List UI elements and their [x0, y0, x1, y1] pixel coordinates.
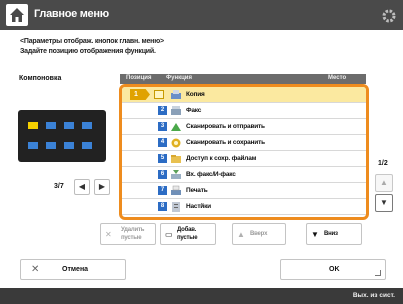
- grid-cell[interactable]: [64, 122, 74, 129]
- list-item-label: Печать: [186, 187, 208, 194]
- instruction-title: <Параметры отображ. кнопок главн. меню>: [20, 38, 164, 45]
- move-up-button[interactable]: ▲ Вверх: [232, 223, 286, 245]
- list-item[interactable]: 6 Вх. факс/И-факс: [122, 167, 366, 183]
- header-position: Позиция: [126, 75, 152, 81]
- list-item[interactable]: 7 Печать: [122, 183, 366, 199]
- settings-icon: [172, 202, 180, 212]
- move-up-label: Вверх: [250, 231, 268, 237]
- close-icon: ✕: [105, 230, 112, 239]
- corner-icon: [375, 270, 381, 276]
- window-title: Главное меню: [34, 8, 109, 20]
- position-badge: 7: [158, 186, 167, 195]
- add-icon: ▭: [165, 230, 173, 239]
- cancel-label: Отмена: [62, 266, 89, 273]
- print-icon: [171, 185, 181, 195]
- delete-blank-line2: пустые: [121, 235, 142, 241]
- list-item-label: Копия: [186, 91, 205, 98]
- grid-cell[interactable]: [82, 142, 92, 149]
- arrow-up-icon: ▲: [237, 230, 245, 239]
- position-badge: 8: [158, 202, 167, 211]
- close-icon: ✕: [31, 264, 40, 275]
- stored-files-icon: [171, 155, 181, 163]
- position-badge: 4: [158, 138, 167, 147]
- list-item[interactable]: 4 Сканировать и сохранить: [122, 135, 366, 151]
- position-badge: 6: [158, 170, 167, 179]
- grid-cell[interactable]: [28, 142, 38, 149]
- layout-label: Компоновка: [19, 75, 62, 82]
- scroll-down-button[interactable]: ▼: [375, 194, 393, 212]
- gear-icon[interactable]: [381, 8, 397, 24]
- grid-cell[interactable]: [82, 122, 92, 129]
- list-page-indicator: 1/2: [378, 160, 388, 167]
- scan-store-icon: [171, 138, 181, 148]
- layout-next-button[interactable]: ▶: [94, 179, 110, 195]
- list-item[interactable]: 8 Настйки: [122, 199, 366, 215]
- arrow-up-icon: ▲: [380, 178, 388, 187]
- list-item-label: Вх. факс/И-факс: [186, 171, 236, 178]
- copy-icon: [171, 90, 181, 99]
- arrow-down-icon: ▼: [380, 198, 388, 207]
- ok-button[interactable]: OK: [280, 259, 386, 280]
- grid-cell-selected[interactable]: [28, 122, 38, 129]
- header-place: Место: [328, 75, 347, 81]
- list-item-label: Сканировать и отправить: [186, 123, 265, 130]
- header-function: Функция: [166, 75, 192, 81]
- add-blank-button[interactable]: ▭ Добав. пустые: [160, 223, 216, 245]
- add-blank-line2: пустые: [177, 235, 198, 241]
- position-badge: 5: [158, 154, 167, 163]
- chevron-left-icon: ◀: [78, 182, 86, 191]
- function-list: 1 Копия 2 Факс 3 Сканировать и отправить…: [119, 84, 369, 220]
- list-item[interactable]: 2 Факс: [122, 103, 366, 119]
- layout-prev-button[interactable]: ◀: [74, 179, 90, 195]
- list-item[interactable]: 1 Копия: [122, 87, 366, 103]
- title-bar: Главное меню: [0, 0, 403, 30]
- add-blank-line1: Добав.: [177, 227, 197, 233]
- logout-button[interactable]: Вых. из сист.: [353, 292, 395, 299]
- grid-cell[interactable]: [64, 142, 74, 149]
- layout-page-indicator: 3/7: [54, 183, 64, 190]
- arrow-down-icon: ▼: [311, 230, 319, 239]
- cancel-button[interactable]: ✕ Отмена: [20, 259, 126, 280]
- scan-send-icon: [171, 123, 181, 131]
- position-badge: 2: [158, 106, 167, 115]
- list-item[interactable]: 3 Сканировать и отправить: [122, 119, 366, 135]
- scroll-up-button[interactable]: ▲: [375, 174, 393, 192]
- chevron-right-icon: ▶: [98, 182, 106, 191]
- status-bar: Вых. из сист.: [0, 288, 403, 304]
- move-down-button[interactable]: ▼ Вниз: [306, 223, 362, 245]
- list-item[interactable]: 5 Доступ к сохр. файлам: [122, 151, 366, 167]
- grid-cell[interactable]: [46, 122, 56, 129]
- instruction-text: Задайте позицию отображения функций.: [20, 48, 156, 55]
- move-down-label: Вниз: [324, 231, 338, 237]
- list-item-label: Факс: [186, 107, 202, 114]
- delete-blank-button[interactable]: ✕ Удалить пустые: [100, 223, 156, 245]
- list-item-label: Доступ к сохр. файлам: [186, 155, 257, 162]
- ok-label: OK: [329, 266, 340, 273]
- inbox-fax-icon: [171, 170, 181, 179]
- folder-icon: [154, 90, 164, 99]
- layout-grid: [18, 110, 106, 162]
- list-item-label: Сканировать и сохранить: [186, 139, 265, 146]
- list-item-label: Настйки: [186, 203, 211, 210]
- position-badge: 1: [130, 89, 150, 100]
- grid-cell[interactable]: [46, 142, 56, 149]
- position-badge: 3: [158, 122, 167, 131]
- delete-blank-line1: Удалить: [121, 227, 145, 233]
- home-icon[interactable]: [6, 4, 28, 26]
- list-header: Позиция Функция Место: [120, 74, 366, 84]
- fax-icon: [171, 106, 181, 115]
